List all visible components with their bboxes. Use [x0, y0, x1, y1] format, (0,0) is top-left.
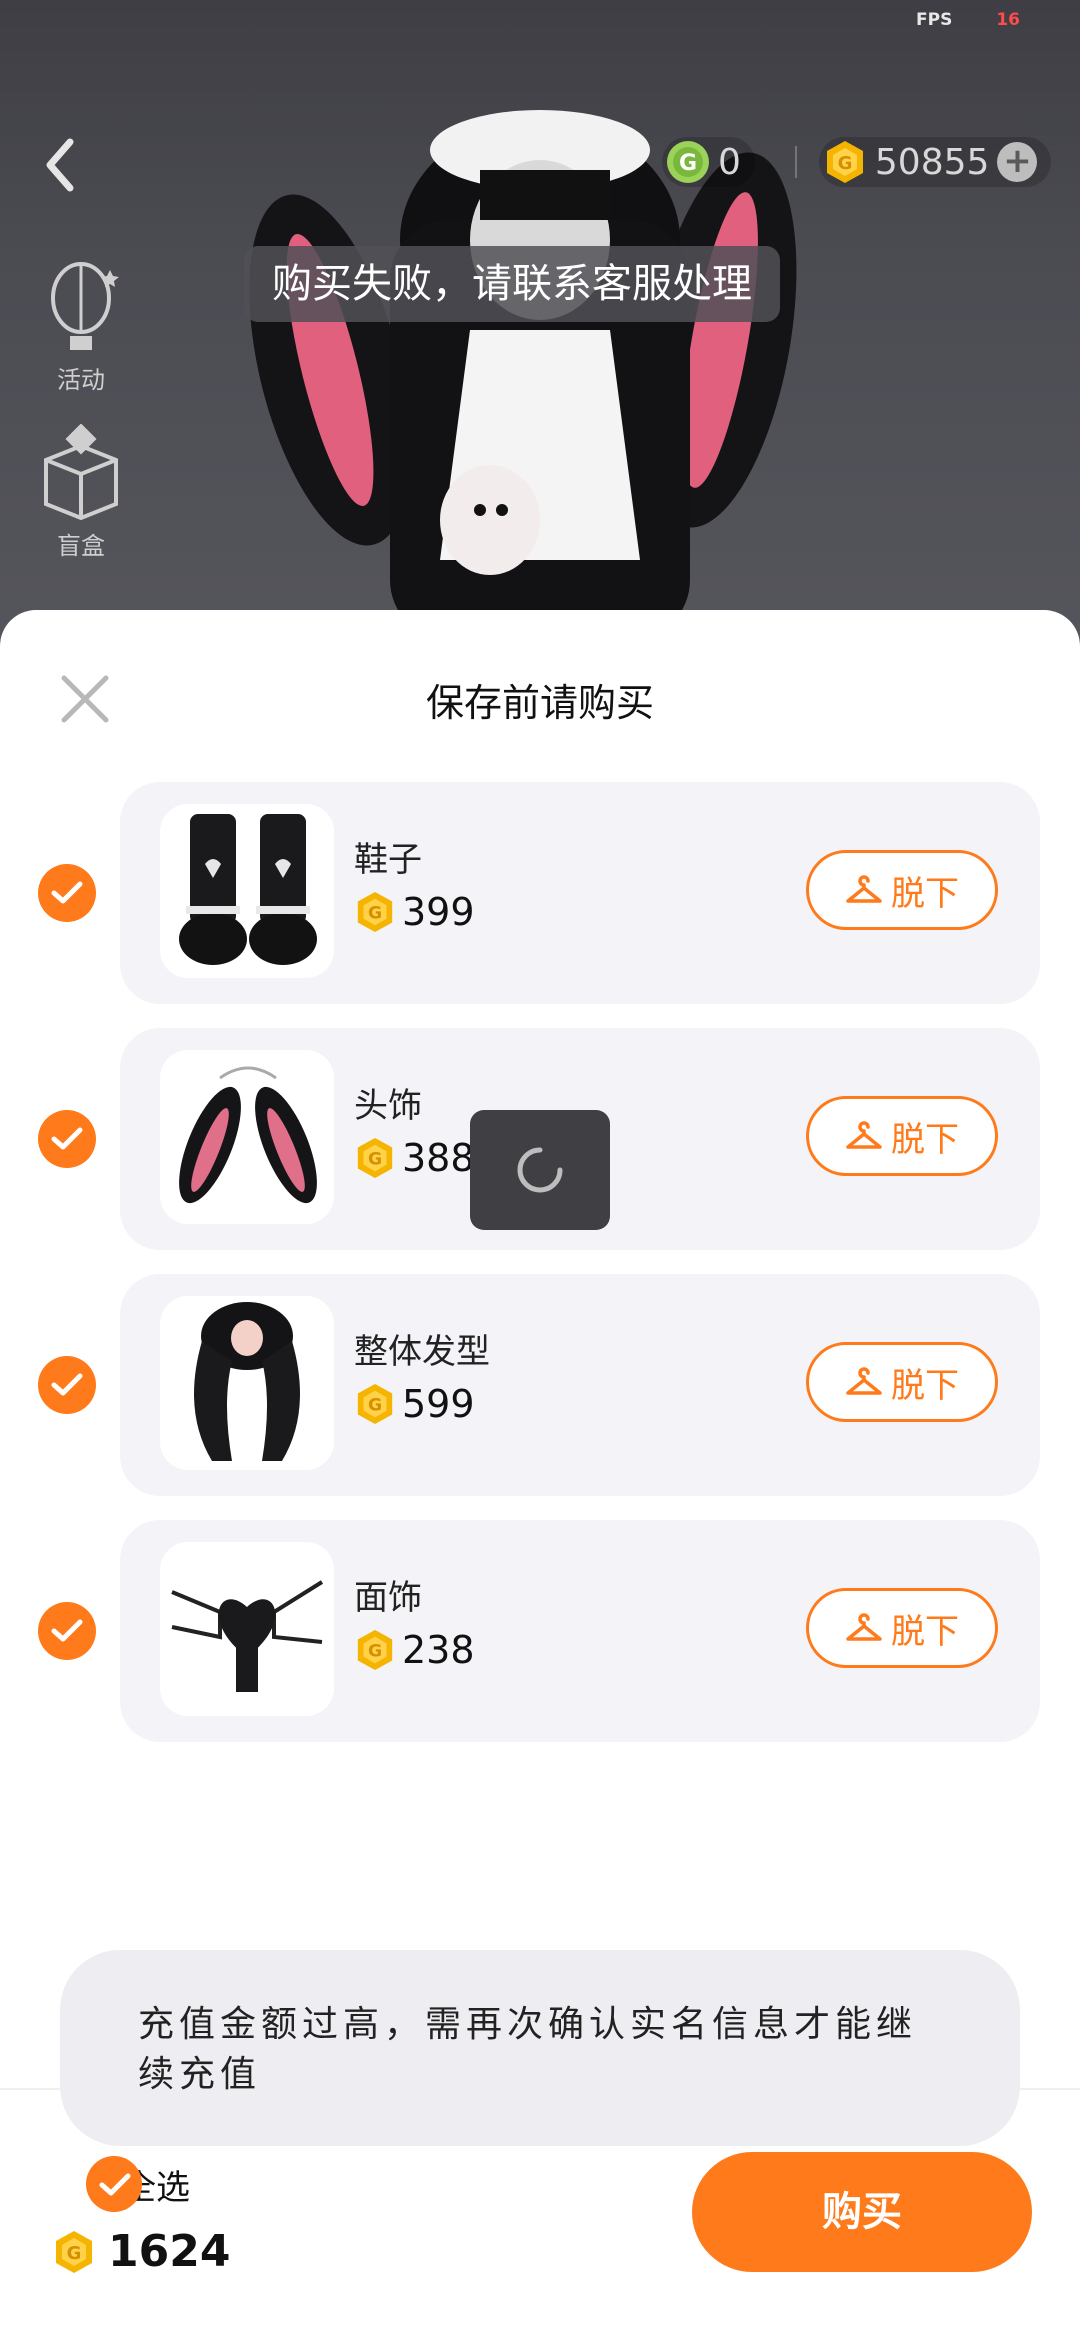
- item-price-value: 388: [402, 1136, 475, 1180]
- hanger-icon: [846, 1613, 882, 1641]
- recharge-warning-toast: 充值金额过高，需再次确认实名信息才能继续充值: [60, 1950, 1020, 2146]
- gold-coin-icon: G: [826, 141, 863, 183]
- balloon-icon: [51, 262, 119, 350]
- svg-text:G: G: [67, 2243, 82, 2264]
- coin-balance[interactable]: G 50855 +: [818, 137, 1052, 187]
- take-off-label: 脱下: [891, 1365, 959, 1406]
- gold-coin-icon: G: [357, 1629, 393, 1671]
- sheet-title: 保存前请购买: [425, 681, 654, 725]
- fps-label: FPS: [916, 10, 953, 30]
- item-price: G 599: [354, 1382, 475, 1426]
- select-all[interactable]: 全选: [48, 2156, 190, 2212]
- total-price-value: 1624: [108, 2226, 231, 2277]
- svg-text:G: G: [368, 1642, 382, 1662]
- item-name: 鞋子: [354, 840, 422, 880]
- take-off-label: 脱下: [891, 873, 959, 914]
- side-item-label: 盲盒: [57, 532, 105, 560]
- select-all-checkbox[interactable]: [86, 2156, 142, 2212]
- gem-balance[interactable]: G 0: [662, 137, 755, 187]
- divider: [794, 146, 797, 178]
- side-item-activity[interactable]: 活动: [36, 258, 126, 395]
- gem-balance-value: 0: [718, 141, 741, 183]
- side-item-label: 活动: [57, 366, 105, 394]
- checkmark-icon: [51, 1373, 83, 1396]
- side-item-mystery-box[interactable]: 盲盒: [36, 423, 126, 561]
- take-off-label: 脱下: [891, 1119, 959, 1160]
- currency-bar: G 0 G 50855 +: [662, 136, 1052, 188]
- checkmark-icon: [51, 1127, 83, 1150]
- item-name: 整体发型: [354, 1332, 490, 1372]
- item-price: G 399: [354, 890, 475, 934]
- take-off-button[interactable]: 脱下: [806, 1096, 998, 1176]
- item-price-value: 599: [402, 1382, 475, 1426]
- avatar-preview-scene: FPS 16 G 0 G 50855 + 活动 盲盒 购买失败，请联系客服处理: [0, 0, 1080, 640]
- item-name: 面饰: [354, 1578, 422, 1618]
- item-price: G 388: [354, 1136, 475, 1180]
- buy-button[interactable]: 购买: [692, 2152, 1032, 2272]
- item-name: 头饰: [354, 1086, 422, 1126]
- hanger-icon: [846, 875, 882, 903]
- hanger-icon: [846, 1121, 882, 1149]
- item-thumbnail-shoes: [160, 804, 334, 978]
- gold-coin-icon: G: [56, 2230, 92, 2273]
- hanger-icon: [846, 1367, 882, 1395]
- item-thumbnail-face-accessory: [160, 1542, 334, 1716]
- checkmark-icon: [51, 1619, 83, 1642]
- item-price-value: 399: [402, 890, 475, 934]
- purchase-failed-toast: 购买失败，请联系客服处理: [244, 246, 780, 322]
- gem-coin-icon: G: [667, 141, 709, 183]
- svg-text:G: G: [679, 151, 697, 176]
- checkmark-icon: [99, 2173, 131, 2196]
- loading-spinner-icon: [517, 1147, 563, 1193]
- list-item[interactable]: 整体发型 G 599 脱下: [120, 1274, 1040, 1496]
- take-off-label: 脱下: [891, 1611, 959, 1652]
- mystery-box-icon: [44, 423, 118, 521]
- item-checkbox[interactable]: [38, 1356, 96, 1414]
- loading-indicator: [470, 1110, 610, 1230]
- item-checkbox[interactable]: [38, 1110, 96, 1168]
- back-arrow-icon[interactable]: [36, 130, 86, 200]
- checkmark-icon: [51, 881, 83, 904]
- svg-text:G: G: [838, 153, 853, 174]
- fps-value: 16: [996, 10, 1020, 30]
- item-price-value: 238: [402, 1628, 475, 1672]
- take-off-button[interactable]: 脱下: [806, 850, 998, 930]
- coin-balance-value: 50855: [874, 141, 990, 183]
- svg-text:G: G: [368, 904, 382, 924]
- item-price: G 238: [354, 1628, 475, 1672]
- take-off-button[interactable]: 脱下: [806, 1342, 998, 1422]
- svg-text:G: G: [368, 1150, 382, 1170]
- item-checkbox[interactable]: [38, 1602, 96, 1660]
- item-thumbnail-headwear: [160, 1050, 334, 1224]
- item-thumbnail-hairstyle: [160, 1296, 334, 1470]
- list-item[interactable]: 面饰 G 238 脱下: [120, 1520, 1040, 1742]
- gold-coin-icon: G: [357, 1137, 393, 1179]
- add-coin-icon[interactable]: +: [997, 142, 1038, 182]
- gold-coin-icon: G: [357, 891, 393, 933]
- svg-text:G: G: [368, 1396, 382, 1416]
- item-checkbox[interactable]: [38, 864, 96, 922]
- total-price: G 1624: [52, 2226, 230, 2277]
- gold-coin-icon: G: [357, 1383, 393, 1425]
- list-item[interactable]: 鞋子 G 399 脱下: [120, 782, 1040, 1004]
- take-off-button[interactable]: 脱下: [806, 1588, 998, 1668]
